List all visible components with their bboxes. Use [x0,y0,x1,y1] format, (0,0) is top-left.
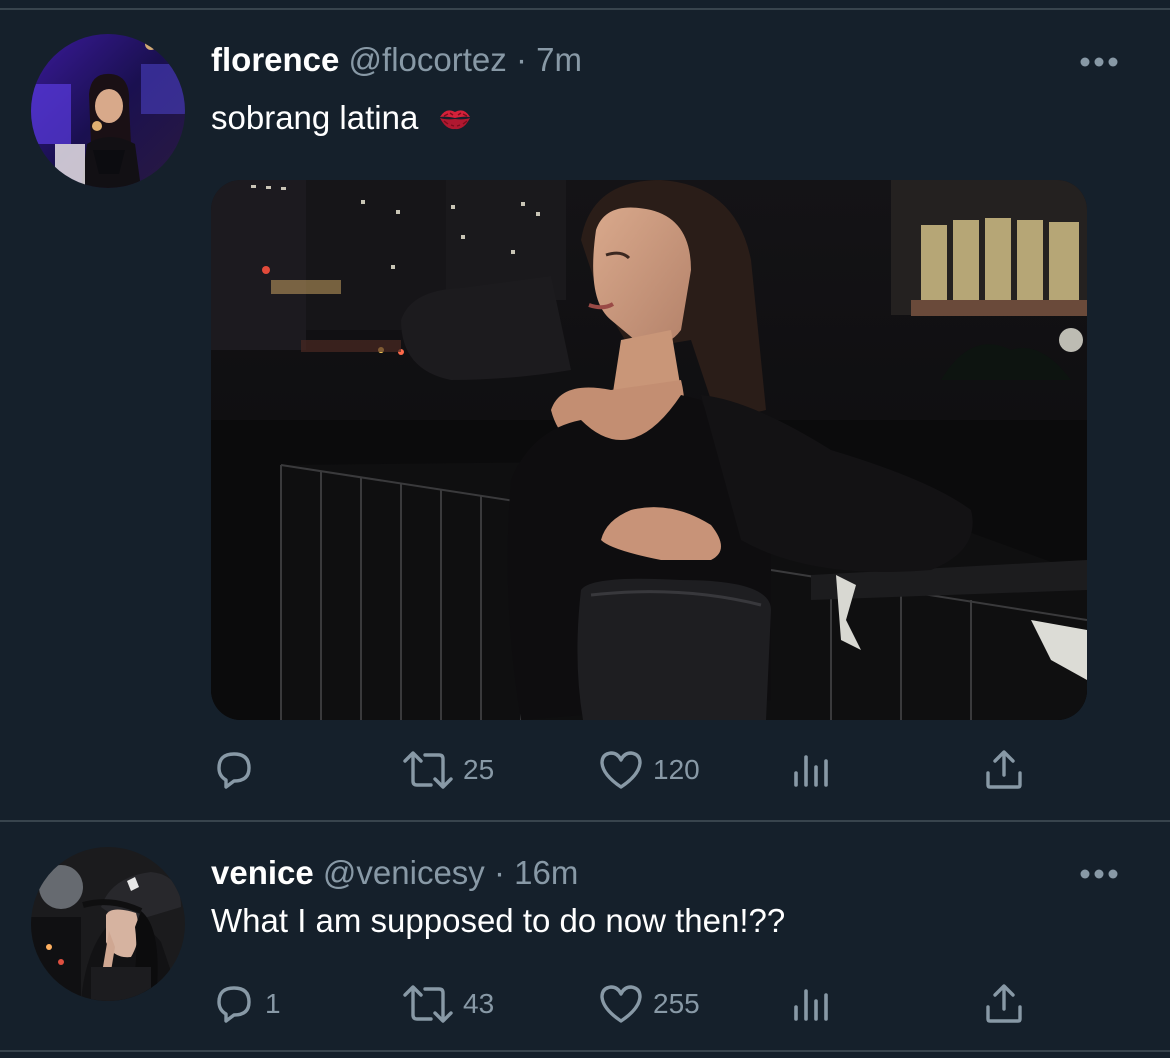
bottom-divider [0,1050,1170,1052]
kiss-mark-emoji-icon [438,100,472,140]
reply-action[interactable]: 1 [211,974,281,1034]
analytics-icon[interactable] [791,981,835,1027]
reply-icon[interactable] [211,981,257,1027]
analytics-icon[interactable] [791,747,835,793]
more-horizontal-icon[interactable] [1080,867,1118,879]
separator: · [515,41,527,78]
tweet-header: venice @venicesy · 16m [211,853,578,893]
tweet[interactable]: florence @flocortez · 7m sobrang latina [0,10,1170,820]
display-name[interactable]: florence [211,41,339,78]
heart-icon[interactable] [597,747,645,793]
reply-count: 1 [265,988,281,1019]
reply-icon[interactable] [211,747,257,793]
like-count: 120 [653,754,700,785]
retweet-action[interactable]: 43 [401,974,494,1034]
tweet-text: What I am supposed to do now then!?? [211,901,785,941]
tweet-actions: 25 120 [211,740,1087,800]
tweet-body: sobrang latina [211,99,419,136]
tweet[interactable]: venice @venicesy · 16m What I am suppose… [0,822,1170,1048]
retweet-action[interactable]: 25 [401,740,494,800]
retweet-count: 25 [463,754,495,785]
tweet-text: sobrang latina [211,98,472,140]
share-action[interactable] [981,974,1027,1034]
tweet-actions: 1 43 255 [211,974,1087,1034]
share-icon[interactable] [981,747,1027,793]
timestamp[interactable]: 16m [514,854,578,891]
avatar[interactable] [31,34,185,188]
retweet-count: 43 [463,988,495,1019]
tweet-header: florence @flocortez · 7m [211,40,582,80]
share-action[interactable] [981,740,1027,800]
retweet-icon[interactable] [401,747,455,793]
tweet-body: What I am supposed to do now then!?? [211,902,786,939]
share-icon[interactable] [981,981,1027,1027]
retweet-icon[interactable] [401,981,455,1027]
analytics-action[interactable] [791,740,835,800]
avatar[interactable] [31,847,185,1001]
display-name[interactable]: venice [211,854,314,891]
like-action[interactable]: 120 [597,740,700,800]
reply-action[interactable] [211,740,265,800]
heart-icon[interactable] [597,981,645,1027]
user-handle[interactable]: @venicesy [323,854,485,891]
user-handle[interactable]: @flocortez [349,41,507,78]
tweet-media-image[interactable] [211,180,1087,720]
timestamp[interactable]: 7m [536,41,582,78]
like-action[interactable]: 255 [597,974,700,1034]
analytics-action[interactable] [791,974,835,1034]
separator: · [493,854,505,891]
like-count: 255 [653,988,700,1019]
more-horizontal-icon[interactable] [1080,55,1118,67]
